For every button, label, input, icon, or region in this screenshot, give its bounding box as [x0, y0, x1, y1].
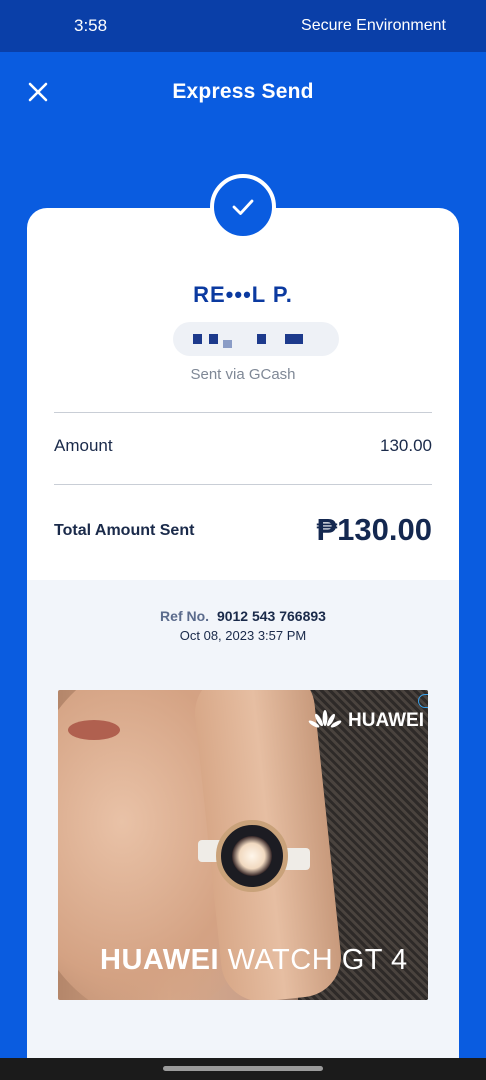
status-environment: Secure Environment [301, 17, 446, 34]
ad-image-lips [68, 720, 120, 740]
sent-via-label: Sent via GCash [190, 366, 296, 383]
ad-headline-product: WATCH GT 4 [227, 944, 408, 976]
total-amount-value: ₱130.00 [316, 512, 433, 547]
ad-headline-brand: HUAWEI [100, 944, 219, 976]
receipt-card: RE•••L P. Sent via GCash Amount 130.00 T… [27, 208, 459, 1080]
status-bar: 3:58 Secure Environment [0, 0, 486, 52]
home-gesture-handle[interactable] [163, 1066, 323, 1071]
ref-number: 9012 543 766893 [216, 608, 326, 624]
success-badge [210, 174, 276, 240]
ad-brand: HUAWEI [308, 706, 428, 736]
reference-line: Ref No. 9012 543 766893 [27, 608, 459, 624]
masked-recipient-number [173, 322, 339, 356]
recipient-name: RE•••L P. [193, 282, 293, 307]
total-amount-label: Total Amount Sent [54, 522, 195, 539]
close-icon [28, 82, 48, 102]
watch-face [232, 836, 272, 876]
ad-brand-text: HUAWEI [348, 710, 424, 731]
huawei-logo-icon [308, 710, 342, 728]
close-button[interactable] [22, 76, 54, 108]
receipt-footer: Ref No. 9012 543 766893 Oct 08, 2023 3:5… [27, 580, 459, 1080]
amount-label: Amount [54, 436, 113, 455]
amount-value: 130.00 [380, 436, 432, 455]
status-time: 3:58 [74, 16, 108, 35]
ad-banner[interactable]: HUAWEI HUAWEI WATCH GT 4 [58, 690, 428, 1000]
app-header: Express Send [0, 52, 486, 132]
divider [54, 484, 432, 485]
watch-image [216, 820, 288, 892]
check-icon [232, 199, 254, 215]
transaction-date: Oct 08, 2023 3:57 PM [179, 628, 307, 643]
system-nav-bar [0, 1058, 486, 1080]
ad-headline: HUAWEI WATCH GT 4 [100, 944, 408, 977]
ref-label: Ref No. [160, 608, 210, 624]
divider [54, 412, 432, 413]
page-title: Express Send [172, 80, 314, 103]
